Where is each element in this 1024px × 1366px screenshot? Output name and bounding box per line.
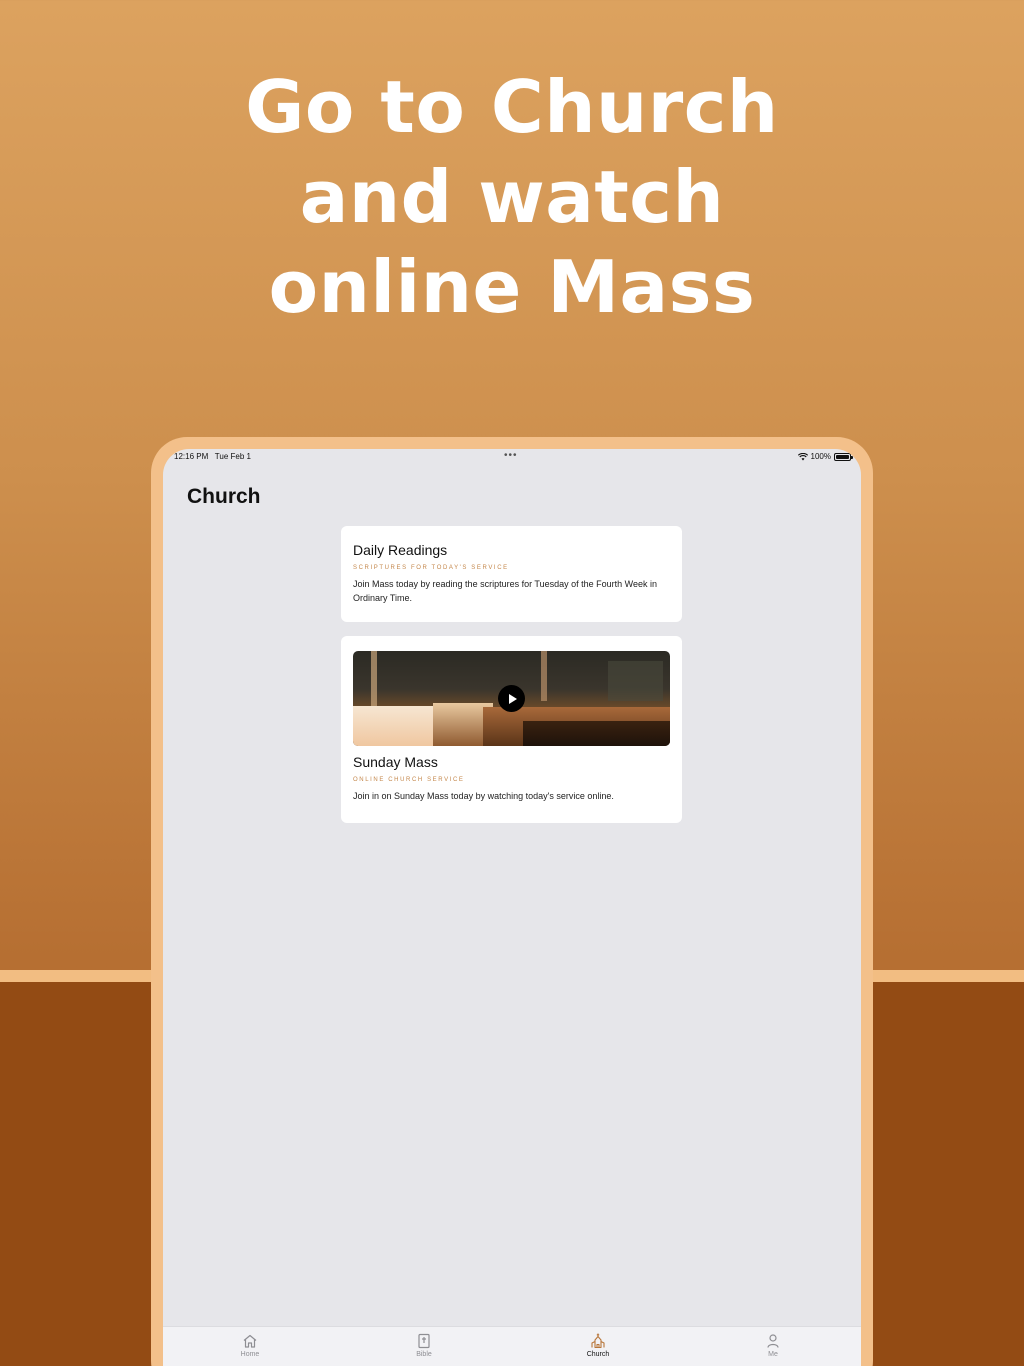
card-title: Daily Readings	[353, 542, 448, 558]
church-icon	[591, 1333, 605, 1349]
card-title: Sunday Mass	[353, 754, 438, 770]
pew-decor	[523, 721, 670, 746]
book-cross-icon	[418, 1333, 430, 1349]
house-icon	[243, 1334, 257, 1348]
status-indicators: 100%	[797, 452, 853, 461]
person-icon	[767, 1334, 779, 1348]
headline-line-2: and watch	[299, 155, 725, 239]
tab-me[interactable]: Me	[733, 1333, 813, 1358]
tablet-frame: 12:16 PM Tue Feb 1 ••• 100% Church Daily…	[151, 437, 873, 1366]
tab-bible[interactable]: Bible	[384, 1333, 464, 1358]
card-subtitle: ONLINE CHURCH SERVICE	[353, 777, 465, 783]
status-bar: 12:16 PM Tue Feb 1 ••• 100%	[163, 449, 861, 467]
video-thumbnail[interactable]	[353, 651, 670, 746]
card-description: Join Mass today by reading the scripture…	[353, 579, 657, 603]
status-date: Tue Feb 1	[214, 452, 251, 461]
headline-line-3: online Mass	[268, 245, 756, 329]
pillar-decor	[541, 651, 547, 701]
tab-label: Bible	[416, 1351, 432, 1358]
play-button[interactable]	[498, 685, 525, 712]
battery-percent: 100%	[810, 452, 831, 461]
promo-headline: Go to Church and watch online Mass	[0, 62, 1024, 332]
play-icon	[508, 693, 517, 704]
tab-label: Me	[768, 1351, 778, 1358]
tab-label: Home	[240, 1351, 260, 1358]
tab-bar: Home Bible Church Me	[163, 1326, 861, 1366]
wifi-icon	[797, 452, 808, 460]
status-clock: 12:16 PM Tue Feb 1	[174, 452, 251, 461]
pillar-decor	[371, 651, 377, 706]
tab-label: Church	[586, 1351, 610, 1358]
status-time: 12:16 PM	[174, 452, 209, 461]
app-screen: 12:16 PM Tue Feb 1 ••• 100% Church Daily…	[163, 449, 861, 1366]
page-title: Church	[187, 485, 261, 508]
tab-home[interactable]: Home	[210, 1333, 290, 1358]
sunday-mass-card[interactable]: Sunday Mass ONLINE CHURCH SERVICE Join i…	[341, 636, 682, 823]
battery-fill	[836, 454, 849, 459]
multitasking-dots-icon[interactable]: •••	[504, 450, 518, 461]
daily-readings-card[interactable]: Daily Readings SCRIPTURES FOR TODAY'S SE…	[341, 526, 682, 622]
card-description: Join in on Sunday Mass today by watching…	[353, 791, 614, 801]
tab-church[interactable]: Church	[558, 1333, 638, 1358]
card-subtitle: SCRIPTURES FOR TODAY'S SERVICE	[353, 565, 509, 571]
window-decor	[608, 661, 663, 701]
battery-icon	[834, 452, 853, 461]
headline-line-1: Go to Church	[245, 65, 779, 149]
